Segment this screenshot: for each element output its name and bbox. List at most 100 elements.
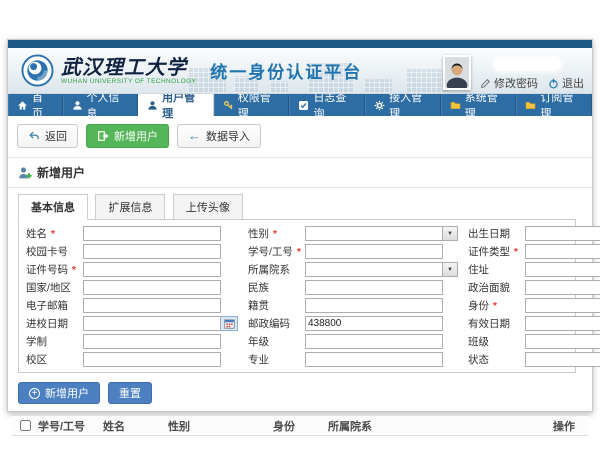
student-id-input[interactable] (305, 244, 443, 259)
logout-link[interactable]: 退出 (548, 75, 584, 91)
calendar-icon[interactable] (221, 316, 238, 331)
grade-input[interactable] (305, 334, 443, 349)
schooling-length-control (83, 334, 221, 349)
political-status-input[interactable] (525, 280, 600, 295)
field-native-place: 籍贯 (248, 298, 458, 313)
tab-extended-info[interactable]: 扩展信息 (95, 194, 165, 220)
change-password-link[interactable]: 修改密码 (480, 75, 538, 91)
identity-input[interactable] (525, 298, 600, 313)
id-type-input[interactable] (525, 244, 600, 259)
address-control (525, 262, 600, 277)
add-user-toolbar-label: 新增用户 (114, 128, 158, 144)
gender-input[interactable] (305, 226, 443, 241)
required-asterisk: * (51, 228, 55, 240)
field-grade: 年级 (248, 334, 458, 349)
email-input[interactable] (83, 298, 221, 313)
field-email: 电子邮箱 (26, 298, 238, 313)
entry-date-control (83, 316, 238, 331)
campus-card-label: 校园卡号 (26, 244, 83, 259)
id-number-label: 证件号码 * (26, 262, 83, 277)
plus-circle-icon: + (29, 388, 40, 399)
postal-code-input[interactable] (305, 316, 443, 331)
ethnicity-input[interactable] (305, 280, 443, 295)
back-button[interactable]: 返回 (17, 124, 78, 148)
field-student-id: 学号/工号 * (248, 244, 458, 259)
status-control (525, 352, 600, 367)
valid-date-label: 有效日期 (468, 316, 525, 331)
nav-item-access-management[interactable]: 接入管理 (365, 94, 441, 116)
table-header-student-id: 学号/工号 (34, 418, 99, 434)
table-header-operation: 操作 (549, 418, 588, 434)
name-input[interactable] (83, 226, 221, 241)
top-accent-bar (8, 40, 592, 48)
form-actions: + 新增用户 重置 (8, 373, 592, 412)
add-user-submit-label: 新增用户 (45, 385, 89, 401)
field-department: 所属院系▼ (248, 262, 458, 277)
chevron-down-icon[interactable]: ▼ (443, 226, 458, 241)
nav-item-user-management[interactable]: 用户管理 (138, 94, 214, 116)
field-birth-date: 出生日期 (468, 226, 600, 241)
postal-code-control (305, 316, 443, 331)
class-input[interactable] (525, 334, 600, 349)
field-schooling-length: 学制 (26, 334, 238, 349)
grade-label: 年级 (248, 334, 305, 349)
valid-date-control (525, 316, 600, 331)
campus-card-input[interactable] (83, 244, 221, 259)
nav-item-profile[interactable]: 个人信息 (63, 94, 139, 116)
country-region-label: 国家/地区 (26, 280, 83, 295)
reset-button-label: 重置 (119, 385, 141, 401)
nav-item-home[interactable]: 首页 (8, 94, 63, 116)
ethnicity-label: 民族 (248, 280, 305, 295)
chevron-down-icon[interactable]: ▼ (443, 262, 458, 277)
email-label: 电子邮箱 (26, 298, 83, 313)
valid-date-input[interactable] (525, 316, 600, 331)
ethnicity-control (305, 280, 443, 295)
platform-title: 统一身份认证平台 (210, 58, 362, 83)
birth-date-label: 出生日期 (468, 226, 525, 241)
department-input[interactable] (305, 262, 443, 277)
data-import-button[interactable]: ← 数据导入 (177, 124, 261, 148)
field-identity: 身份 * (468, 298, 600, 313)
id-number-input[interactable] (83, 262, 221, 277)
gender-label: 性别 * (248, 226, 305, 241)
field-postal-code: 邮政编码 (248, 316, 458, 331)
university-name-en: WUHAN UNIVERSITY OF TECHNOLOGY (61, 78, 196, 85)
section-header: 新增用户 (8, 158, 592, 188)
class-control (525, 334, 600, 349)
add-user-icon (97, 130, 109, 142)
entry-date-input[interactable] (83, 316, 221, 331)
required-asterisk: * (273, 228, 277, 240)
add-user-toolbar-button[interactable]: 新增用户 (86, 124, 169, 148)
field-campus-card: 校园卡号 (26, 244, 238, 259)
status-input[interactable] (525, 352, 600, 367)
nav-item-permission-management[interactable]: 权限管理 (214, 94, 290, 116)
select-all-checkbox[interactable] (20, 420, 31, 431)
reset-button[interactable]: 重置 (108, 382, 152, 404)
user-table-header: 学号/工号姓名性别身份所属院系操作 (12, 415, 588, 436)
tab-strip: 基本信息 扩展信息 上传头像 (8, 188, 592, 219)
university-logo (21, 54, 54, 87)
schooling-length-input[interactable] (83, 334, 221, 349)
campus-label: 校区 (26, 352, 83, 367)
table-header-department: 所属院系 (324, 418, 549, 434)
tab-basic-info[interactable]: 基本信息 (18, 194, 88, 220)
nav-item-subscription-management[interactable]: 订阅管理 (516, 94, 592, 116)
field-valid-date: 有效日期 (468, 316, 600, 331)
nav-item-system-management[interactable]: 系统管理 (441, 94, 517, 116)
university-name-cn: 武汉理工大学 (61, 57, 196, 77)
change-password-label: 修改密码 (494, 75, 538, 91)
nav-item-log-query[interactable]: 日志查询 (289, 94, 365, 116)
required-asterisk: * (72, 264, 76, 276)
identity-control (525, 298, 600, 313)
form-grid: 姓名 *性别 *▼出生日期校园卡号学号/工号 *证件类型 *证件号码 *所属院系… (26, 226, 568, 367)
add-user-submit-button[interactable]: + 新增用户 (18, 382, 100, 404)
country-region-input[interactable] (83, 280, 221, 295)
back-button-label: 返回 (45, 128, 67, 144)
tab-upload-avatar[interactable]: 上传头像 (173, 194, 243, 220)
major-input[interactable] (305, 352, 443, 367)
address-input[interactable] (525, 262, 600, 277)
birth-date-input[interactable] (525, 226, 600, 241)
field-id-number: 证件号码 * (26, 262, 238, 277)
campus-input[interactable] (83, 352, 221, 367)
native-place-input[interactable] (305, 298, 443, 313)
